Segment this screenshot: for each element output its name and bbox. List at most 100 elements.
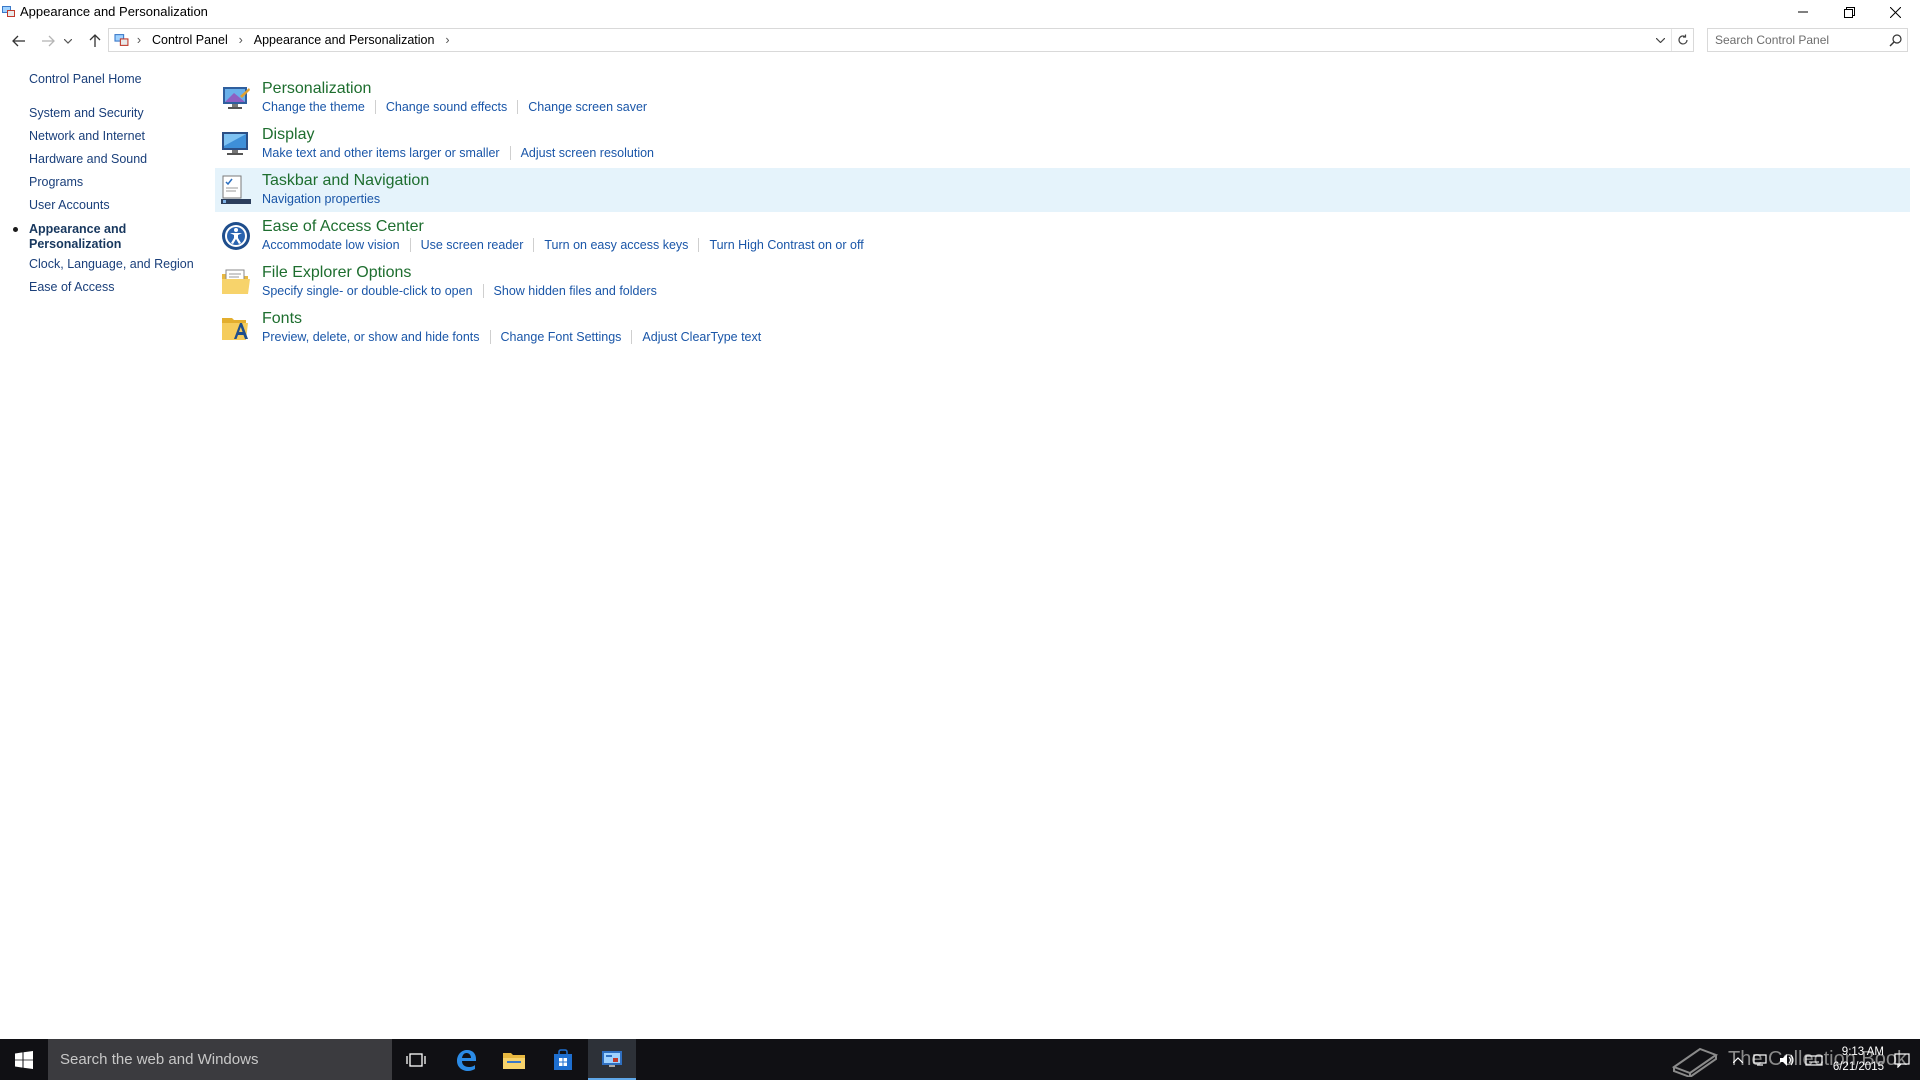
make-text-larger-link[interactable]: Make text and other items larger or smal… bbox=[262, 146, 500, 160]
sidebar-item-user-accounts[interactable]: User Accounts bbox=[29, 198, 110, 212]
category-taskbar-navigation[interactable]: Taskbar and Navigation Navigation proper… bbox=[215, 168, 1910, 212]
display-links: Make text and other items larger or smal… bbox=[262, 146, 654, 160]
store-bag-icon bbox=[554, 1048, 572, 1070]
control-panel-window: Appearance and Personalization › Control… bbox=[0, 0, 1920, 1039]
restore-icon bbox=[1843, 6, 1855, 18]
navigation-bar: › Control Panel › Appearance and Persona… bbox=[0, 28, 1920, 54]
control-panel-taskbar-button[interactable] bbox=[588, 1039, 636, 1080]
fonts-icon[interactable] bbox=[220, 312, 252, 344]
clock[interactable]: 9:13 AM 6/21/2015 bbox=[1833, 1045, 1884, 1075]
taskbar: Search the web and Windows The Collectio… bbox=[0, 1039, 1920, 1080]
taskbar-icon[interactable] bbox=[220, 174, 252, 206]
fonts-heading-link[interactable]: Fonts bbox=[262, 310, 302, 328]
chevron-down-icon bbox=[64, 38, 72, 44]
store-button[interactable] bbox=[539, 1039, 587, 1080]
preview-delete-fonts-link[interactable]: Preview, delete, or show and hide fonts bbox=[262, 330, 480, 344]
restore-button[interactable] bbox=[1826, 0, 1872, 24]
ease-of-access-center-heading-link[interactable]: Ease of Access Center bbox=[262, 218, 424, 236]
keyboard-icon[interactable] bbox=[1805, 1053, 1823, 1067]
breadcrumb-separator-icon[interactable]: › bbox=[130, 33, 148, 47]
book-icon bbox=[1671, 1047, 1719, 1077]
sidebar-item-clock-language-region[interactable]: Clock, Language, and Region bbox=[29, 257, 194, 271]
close-icon bbox=[1889, 6, 1901, 18]
window-title: Appearance and Personalization bbox=[20, 4, 208, 19]
folder-options-icon[interactable] bbox=[220, 266, 252, 298]
address-bar[interactable]: › Control Panel › Appearance and Persona… bbox=[108, 28, 1694, 52]
active-item-bullet-icon bbox=[13, 227, 18, 232]
up-button[interactable] bbox=[84, 30, 106, 52]
breadcrumb-separator-icon[interactable]: › bbox=[438, 33, 456, 47]
action-center-icon[interactable] bbox=[1894, 1052, 1910, 1068]
change-screen-saver-link[interactable]: Change screen saver bbox=[528, 100, 647, 114]
volume-icon[interactable] bbox=[1779, 1053, 1795, 1067]
adjust-cleartype-link[interactable]: Adjust ClearType text bbox=[642, 330, 761, 344]
up-arrow-icon bbox=[89, 34, 101, 47]
adjust-screen-resolution-link[interactable]: Adjust screen resolution bbox=[521, 146, 654, 160]
breadcrumb-control-panel[interactable]: Control Panel bbox=[148, 33, 232, 47]
taskbar-search-box[interactable]: Search the web and Windows bbox=[48, 1039, 392, 1080]
category-ease-of-access-center: Ease of Access Center Accommodate low vi… bbox=[215, 214, 1910, 258]
personalization-icon[interactable] bbox=[220, 82, 252, 114]
file-explorer-options-heading-link[interactable]: File Explorer Options bbox=[262, 264, 411, 282]
display-icon[interactable] bbox=[220, 128, 252, 160]
network-icon[interactable] bbox=[1753, 1053, 1769, 1067]
folder-icon bbox=[503, 1052, 525, 1069]
system-tray: 9:13 AM 6/21/2015 bbox=[1732, 1039, 1910, 1080]
navigation-properties-link[interactable]: Navigation properties bbox=[262, 192, 380, 206]
sidebar-item-ease-of-access[interactable]: Ease of Access bbox=[29, 280, 114, 294]
edge-browser-icon bbox=[457, 1049, 476, 1071]
sidebar-item-system-security[interactable]: System and Security bbox=[29, 106, 144, 120]
chevron-up-icon[interactable] bbox=[1732, 1056, 1743, 1063]
task-view-button[interactable] bbox=[392, 1039, 440, 1080]
category-display: Display Make text and other items larger… bbox=[215, 122, 1910, 166]
sidebar-item-programs[interactable]: Programs bbox=[29, 175, 83, 189]
close-button[interactable] bbox=[1872, 0, 1918, 24]
link-divider bbox=[631, 330, 633, 344]
link-divider bbox=[533, 238, 535, 252]
forward-button[interactable] bbox=[37, 30, 59, 52]
minimize-icon bbox=[1798, 11, 1808, 13]
control-panel-icon bbox=[602, 1050, 622, 1067]
category-file-explorer-options: File Explorer Options Specify single- or… bbox=[215, 260, 1910, 304]
task-view-icon bbox=[406, 1052, 426, 1067]
sidebar-item-network-internet[interactable]: Network and Internet bbox=[29, 129, 145, 143]
refresh-button[interactable] bbox=[1671, 29, 1693, 51]
specify-click-to-open-link[interactable]: Specify single- or double-click to open bbox=[262, 284, 473, 298]
turn-on-easy-access-keys-link[interactable]: Turn on easy access keys bbox=[544, 238, 688, 252]
turn-high-contrast-link[interactable]: Turn High Contrast on or off bbox=[709, 238, 863, 252]
breadcrumb-separator-icon[interactable]: › bbox=[232, 33, 250, 47]
accommodate-low-vision-link[interactable]: Accommodate low vision bbox=[262, 238, 400, 252]
sidebar-item-appearance-personalization[interactable]: Appearance and Personalization bbox=[29, 222, 139, 252]
change-theme-link[interactable]: Change the theme bbox=[262, 100, 365, 114]
personalization-links: Change the theme Change sound effects Ch… bbox=[262, 100, 647, 114]
clock-date: 6/21/2015 bbox=[1832, 1060, 1884, 1073]
ease-of-access-icon[interactable] bbox=[220, 220, 252, 252]
change-sound-effects-link[interactable]: Change sound effects bbox=[386, 100, 507, 114]
control-panel-home-link[interactable]: Control Panel Home bbox=[29, 72, 142, 86]
link-divider bbox=[517, 100, 519, 114]
taskbar-search-text: Search the web and Windows bbox=[60, 1051, 259, 1068]
address-history-button[interactable] bbox=[1649, 29, 1671, 51]
search-box[interactable] bbox=[1707, 28, 1908, 52]
file-explorer-button[interactable] bbox=[490, 1039, 538, 1080]
breadcrumb-appearance[interactable]: Appearance and Personalization bbox=[250, 33, 439, 47]
search-input[interactable] bbox=[1708, 29, 1883, 51]
display-heading-link[interactable]: Display bbox=[262, 126, 314, 144]
clock-time: 9:13 AM bbox=[1841, 1045, 1884, 1058]
control-panel-location-icon bbox=[114, 34, 129, 46]
use-screen-reader-link[interactable]: Use screen reader bbox=[421, 238, 524, 252]
start-button[interactable] bbox=[0, 1039, 48, 1080]
edge-browser-button[interactable] bbox=[442, 1039, 490, 1080]
link-divider bbox=[374, 100, 376, 114]
back-button[interactable] bbox=[8, 30, 30, 52]
show-hidden-files-link[interactable]: Show hidden files and folders bbox=[494, 284, 657, 298]
category-fonts: Fonts Preview, delete, or show and hide … bbox=[215, 306, 1910, 350]
change-font-settings-link[interactable]: Change Font Settings bbox=[501, 330, 622, 344]
refresh-icon bbox=[1677, 34, 1688, 45]
personalization-heading-link[interactable]: Personalization bbox=[262, 80, 371, 98]
sidebar-item-hardware-sound[interactable]: Hardware and Sound bbox=[29, 152, 147, 166]
recent-locations-button[interactable] bbox=[61, 30, 75, 52]
taskbar-navigation-heading-link[interactable]: Taskbar and Navigation bbox=[262, 172, 429, 190]
minimize-button[interactable] bbox=[1780, 0, 1826, 24]
search-icon[interactable] bbox=[1889, 33, 1903, 47]
